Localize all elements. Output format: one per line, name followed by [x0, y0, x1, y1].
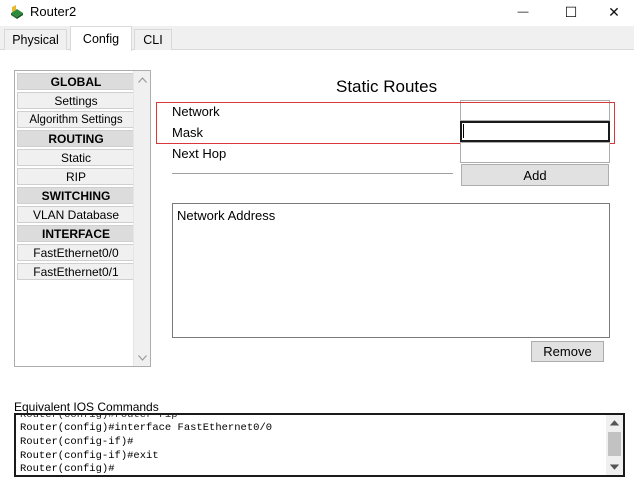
minimize-button[interactable]: — [500, 0, 546, 24]
nav-header-routing: ROUTING [17, 130, 135, 147]
nav-item-fastethernet0-1[interactable]: FastEthernet0/1 [17, 263, 135, 280]
remove-button-label: Remove [543, 344, 592, 359]
maximize-icon: ☐ [564, 3, 578, 20]
console-line: Router(config-if)#exit [20, 450, 159, 462]
nav-header-switching: SWITCHING [17, 187, 135, 204]
title-bar: Router2 — ☐ ✕ [0, 0, 634, 26]
tab-label: Physical [12, 33, 59, 47]
next-hop-label: Next Hop [172, 146, 227, 161]
tab-cli[interactable]: CLI [134, 29, 172, 50]
next-hop-input[interactable] [460, 142, 610, 163]
console-line: Router(config)#interface FastEthernet0/0 [20, 422, 273, 434]
mask-input[interactable] [460, 121, 610, 142]
nav-header-interface: INTERFACE [17, 225, 135, 242]
nav-item-rip[interactable]: RIP [17, 168, 135, 185]
tab-strip: Physical Config CLI [0, 26, 634, 51]
network-label: Network [172, 104, 220, 119]
nav-item-algorithm-settings[interactable]: Algorithm Settings [17, 111, 135, 128]
tab-label: Config [82, 32, 120, 46]
minimize-icon: — [517, 6, 529, 18]
remove-route-button[interactable]: Remove [531, 341, 604, 362]
tab-config[interactable]: Config [70, 26, 132, 51]
mask-label: Mask [172, 125, 204, 140]
network-input[interactable] [460, 100, 610, 121]
config-nav-list: GLOBAL Settings Algorithm Settings ROUTI… [14, 70, 151, 367]
scroll-down-icon[interactable] [606, 459, 623, 475]
nav-item-vlan-database[interactable]: VLAN Database [17, 206, 135, 223]
ios-commands-label: Equivalent IOS Commands [14, 400, 159, 414]
ios-commands-console[interactable]: Router(config)#router rip Router(config)… [14, 413, 625, 477]
scroll-up-icon[interactable] [134, 71, 151, 88]
route-list[interactable]: Network Address [172, 203, 610, 338]
nav-item-static[interactable]: Static [17, 149, 135, 166]
console-line: Router(config)# [20, 463, 115, 475]
console-scrollbar[interactable] [606, 415, 623, 475]
tab-label: CLI [143, 33, 163, 47]
window-title: Router2 [30, 4, 77, 19]
nav-header-global: GLOBAL [17, 73, 135, 90]
add-route-button[interactable]: Add [461, 164, 609, 186]
scroll-up-icon[interactable] [606, 415, 623, 431]
nav-scrollbar[interactable] [133, 71, 150, 366]
nav-item-fastethernet0-0[interactable]: FastEthernet0/0 [17, 244, 135, 261]
page-title: Static Routes [336, 77, 438, 96]
close-icon: ✕ [608, 3, 620, 20]
network-address-header: Network Address [177, 208, 276, 223]
maximize-button[interactable]: ☐ [548, 0, 594, 24]
nav-item-settings[interactable]: Settings [17, 92, 135, 109]
console-line-partial: Router(config)#router rip [20, 413, 178, 421]
console-line: Router(config-if)# [20, 436, 134, 448]
router-app-icon [11, 5, 23, 19]
tab-physical[interactable]: Physical [4, 29, 67, 50]
scroll-down-icon[interactable] [134, 349, 151, 366]
console-scroll-thumb[interactable] [608, 432, 621, 456]
add-button-label: Add [523, 167, 547, 183]
close-button[interactable]: ✕ [594, 0, 634, 24]
divider [172, 173, 453, 175]
text-caret [463, 124, 464, 138]
